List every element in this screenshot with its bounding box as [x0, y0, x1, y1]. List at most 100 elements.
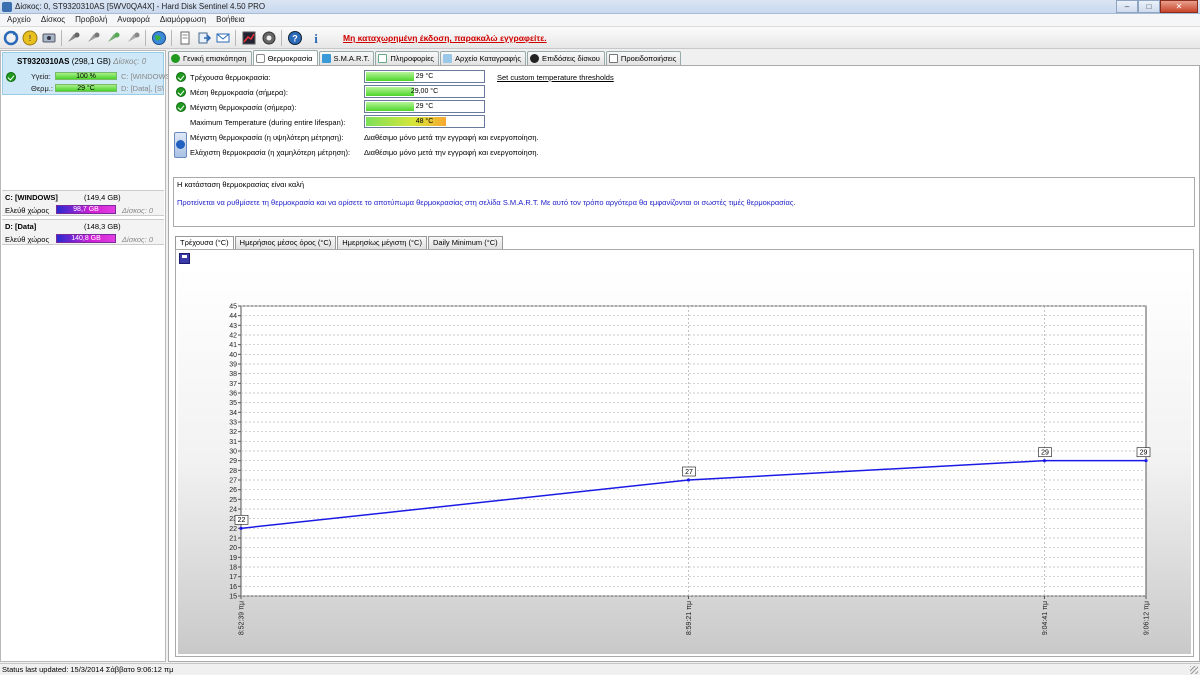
- current-temp-row: Τρέχουσα θερμοκρασία: 29 °C Set custom t…: [169, 70, 1169, 84]
- chart-frame: 15 16 17 18 19 20 21 22 23 24 25 26 27 28 29 30 31 32 33 34…: [175, 249, 1194, 657]
- tab-overview[interactable]: Γενική επισκόπηση: [168, 51, 252, 65]
- registration-link[interactable]: Μη καταχωρημένη έκδοση, παρακαλώ εγγραφε…: [343, 33, 547, 43]
- y-tick-label: 36: [229, 391, 237, 398]
- save-icon[interactable]: [179, 253, 190, 264]
- avg-temp-label: Μέση θερμοκρασία (σήμερα):: [190, 88, 288, 97]
- lowest-temp-unavailable: Διαθέσιμο μόνο μετά την εγγραφή και ενερ…: [364, 148, 539, 157]
- check-icon: [171, 54, 180, 63]
- maximize-button[interactable]: □: [1138, 0, 1160, 13]
- temperature-label: Θερμ.:: [31, 84, 53, 93]
- disk-entry-selected[interactable]: ST9320310AS (298,1 GB) Δίσκος: 0 Υγεία: …: [2, 52, 171, 95]
- disk-size: (298,1 GB): [71, 57, 111, 66]
- menu-file[interactable]: Αρχείο: [2, 14, 36, 26]
- status-bar: Status last updated: 15/3/2014 Σάββατο 9…: [0, 663, 1200, 675]
- disk-index: Δίσκος: 0: [113, 57, 147, 66]
- temperature-status-box: Η κατάσταση θερμοκρασίας είναι καλή Προτ…: [173, 177, 1195, 227]
- smart-test-icon[interactable]: [105, 30, 121, 46]
- tab-log[interactable]: Αρχείο Καταγραφής: [440, 51, 526, 65]
- surface-test-icon[interactable]: [85, 30, 101, 46]
- avg-temp-value: 29,00 °C: [410, 88, 439, 95]
- x-tick-label: 9:04:41 πμ: [1042, 601, 1049, 635]
- volume-c-panel[interactable]: C: [WINDOWS] (149,4 GB) Ελεύθ χώρος 98,7…: [2, 190, 164, 216]
- volume-d-panel[interactable]: D: [Data] (148,3 GB) Ελεύθ χώρος 140,8 G…: [2, 219, 164, 245]
- max-temp-label: Μέγιστη θερμοκρασία (σήμερα):: [190, 103, 297, 112]
- tab-label: Θερμοκρασία: [267, 53, 313, 63]
- data-label: 29: [1041, 449, 1049, 456]
- alert-icon: [608, 54, 618, 63]
- check-icon: [176, 72, 186, 82]
- document-icon[interactable]: [177, 30, 193, 46]
- lifetime-temp-box: 48 °C: [364, 115, 485, 128]
- max-temp-box: 29 °C: [364, 100, 485, 113]
- minimize-button[interactable]: –: [1116, 0, 1138, 13]
- tab-information[interactable]: Πληροφορίες: [375, 51, 440, 65]
- graph-icon[interactable]: [241, 30, 257, 46]
- svg-text:?: ?: [292, 34, 298, 44]
- free-space-label: Ελεύθ χώρος: [5, 235, 50, 244]
- menu-view[interactable]: Προβολή: [70, 14, 112, 26]
- send-report-icon[interactable]: [215, 30, 231, 46]
- resize-grip[interactable]: [1190, 666, 1198, 674]
- menu-configuration[interactable]: Διαμόρφωση: [155, 14, 211, 26]
- tab-current-temp[interactable]: Τρέχουσα (°C): [175, 236, 234, 249]
- report-icon[interactable]: !: [22, 30, 38, 46]
- y-tick-label: 32: [229, 429, 237, 436]
- check-icon: [176, 87, 186, 97]
- tools-icon[interactable]: [125, 30, 141, 46]
- help-icon[interactable]: ?: [287, 30, 303, 46]
- health-ok-icon: [6, 72, 16, 82]
- disk-model: ST9320310AS: [17, 57, 70, 66]
- copy-icon[interactable]: [196, 30, 212, 46]
- y-tick-label: 22: [229, 526, 237, 533]
- settings-icon[interactable]: [261, 30, 277, 46]
- menu-help[interactable]: Βοήθεια: [211, 14, 250, 26]
- lifetime-temp-row: Maximum Temperature (during entire lifes…: [169, 115, 1169, 129]
- tab-daily-maximum[interactable]: Ημερησίως μέγιστη (°C): [337, 236, 427, 249]
- status-last-updated: Status last updated: 15/3/2014 Σάββατο 9…: [2, 665, 174, 674]
- y-tick-label: 34: [229, 410, 237, 417]
- tab-temperature[interactable]: Θερμοκρασία: [252, 50, 318, 65]
- disk-icon[interactable]: [41, 30, 57, 46]
- temperature-chart-svg: 1516171819202122232425262728293031323334…: [229, 304, 1150, 636]
- menu-disk[interactable]: Δίσκος: [36, 14, 70, 26]
- tab-alerts[interactable]: Προειδοποιήσεις: [605, 51, 682, 65]
- test-icon[interactable]: [65, 30, 81, 46]
- tab-label: Γενική επισκόπηση: [183, 54, 247, 63]
- close-button[interactable]: ✕: [1160, 0, 1198, 13]
- y-tick-label: 38: [229, 371, 237, 378]
- refresh-icon[interactable]: [3, 30, 19, 46]
- x-tick-label: 8:59:21 πμ: [686, 601, 693, 635]
- menu-report[interactable]: Αναφορά: [112, 14, 155, 26]
- tab-performance[interactable]: Επιδόσεις δίσκου: [526, 51, 605, 65]
- svg-text:i: i: [314, 31, 318, 46]
- y-tick-label: 29: [229, 458, 237, 465]
- check-icon: [176, 102, 186, 112]
- data-point: [686, 478, 691, 482]
- lowest-temp-row: Ελάχιστη θερμοκρασία (η χαμηλότερη μέτρη…: [169, 145, 1169, 159]
- tab-smart[interactable]: S.M.A.R.T.: [318, 51, 375, 65]
- health-bar: 100 %: [55, 72, 117, 80]
- y-tick-label: 25: [229, 497, 237, 504]
- tab-label: Προειδοποιήσεις: [620, 54, 677, 63]
- custom-thresholds-link[interactable]: Set custom temperature thresholds: [497, 73, 614, 82]
- y-tick-label: 20: [229, 545, 237, 552]
- toolbar: ! ? i Μη καταχωρημένη έκδοση, παρακαλώ ε…: [0, 27, 1200, 49]
- y-tick-label: 40: [229, 352, 237, 359]
- y-tick-label: 21: [229, 536, 237, 543]
- data-label: 29: [1140, 449, 1148, 456]
- tab-label: Επιδόσεις δίσκου: [541, 54, 600, 63]
- y-tick-label: 39: [229, 362, 237, 369]
- highest-temp-label: Μέγιστη θερμοκρασία (η υψηλότερη μέτρηση…: [190, 133, 344, 142]
- globe-icon[interactable]: [151, 30, 167, 46]
- tab-daily-minimum[interactable]: Daily Minimum (°C): [427, 236, 503, 249]
- y-tick-label: 41: [229, 342, 237, 349]
- volume-disk-index: Δίσκος: 0: [122, 235, 154, 244]
- temperature-bar: 29 °C: [55, 84, 117, 92]
- volume-name: C: [WINDOWS]: [5, 193, 58, 202]
- data-label: 27: [685, 469, 693, 476]
- x-tick-label: 8:52:39 πμ: [239, 601, 246, 635]
- info-icon[interactable]: i: [308, 30, 324, 46]
- smart-icon: [321, 54, 331, 63]
- avg-temp-row: Μέση θερμοκρασία (σήμερα): 29,00 °C: [169, 85, 1169, 99]
- tab-daily-average[interactable]: Ημερήσιος μέσος όρος (°C): [234, 236, 337, 249]
